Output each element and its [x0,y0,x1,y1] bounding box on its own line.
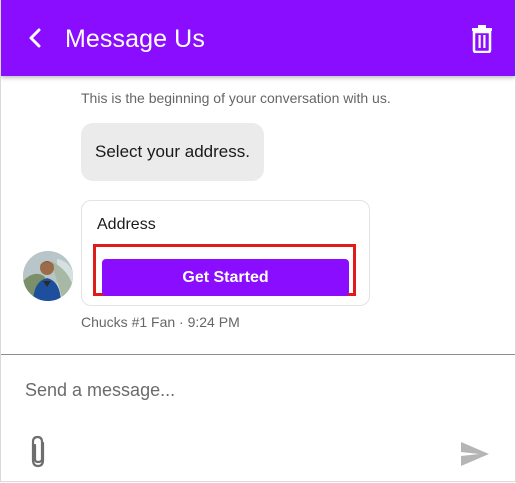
chat-window: Message Us This is the beginning of your… [0,0,516,482]
send-icon [461,442,489,466]
message-bubble: Select your address. [81,123,264,181]
send-button[interactable] [459,440,491,468]
address-card: Address Get Started [81,200,370,306]
chat-header: Message Us [1,0,515,76]
card-title: Address [97,216,156,233]
trash-icon [472,25,492,53]
chevron-left-icon [29,28,41,48]
header-title: Message Us [65,25,205,53]
message-meta: Chucks #1 Fan · 9:24 PM [81,314,240,330]
back-button[interactable] [23,26,47,50]
get-started-button[interactable]: Get Started [102,259,349,296]
conversation-area[interactable]: This is the beginning of your conversati… [1,76,515,354]
composer-divider [1,354,515,355]
user-avatar [23,251,73,301]
delete-conversation-button[interactable] [469,24,495,54]
attach-button[interactable] [27,434,51,470]
paperclip-icon [31,435,45,468]
conversation-intro: This is the beginning of your conversati… [81,90,391,106]
message-input[interactable] [25,376,485,404]
